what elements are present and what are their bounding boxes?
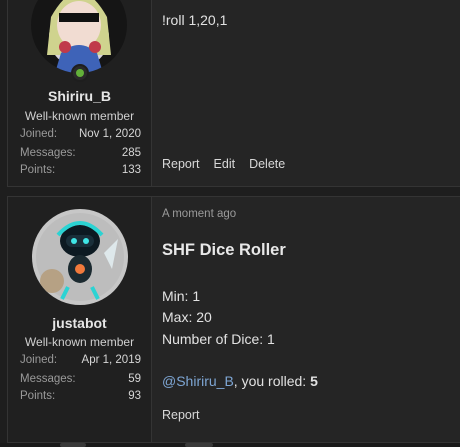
dice-min: Min: 1 (162, 288, 201, 304)
roll-result: 5 (310, 373, 318, 389)
messages-value[interactable]: 59 (128, 373, 141, 385)
messages-value[interactable]: 285 (122, 147, 141, 159)
avatar[interactable] (32, 209, 128, 305)
points-label: Points: (20, 390, 56, 402)
delete-button[interactable]: Delete (249, 157, 285, 171)
joined-label: Joined: (20, 128, 58, 140)
edit-button[interactable]: Edit (214, 157, 236, 171)
joined-value: Apr 1, 2019 (81, 354, 141, 366)
user-info-column: justabot Well-known member Joined: Apr 1… (8, 197, 152, 442)
joined-value: Nov 1, 2020 (78, 128, 141, 140)
scrollbar-thumb[interactable] (185, 443, 213, 447)
post-timestamp[interactable]: A moment ago (162, 208, 236, 220)
messages-label: Messages: (20, 373, 76, 385)
points-value: 93 (128, 390, 141, 402)
username[interactable]: justabot (8, 315, 151, 331)
user-info-column: Shiriru_B Well-known member Joined: Nov … (8, 0, 152, 186)
user-title: Well-known member (24, 109, 135, 123)
messages-label: Messages: (20, 147, 76, 159)
dice-result-line: @Shiriru_B, you rolled: 5 (162, 373, 318, 389)
online-status-icon (71, 64, 89, 82)
post-shiriru: Shiriru_B Well-known member Joined: Nov … (7, 0, 460, 187)
user-mention[interactable]: @Shiriru_B (162, 373, 234, 389)
points-label: Points: (20, 164, 56, 176)
post-actions: Report (162, 408, 214, 422)
horizontal-scrollbar[interactable] (0, 443, 460, 447)
report-button[interactable]: Report (162, 408, 200, 422)
dice-roller-title: SHF Dice Roller (162, 241, 286, 259)
joined-label: Joined: (20, 354, 58, 366)
user-title: Well-known member (24, 335, 135, 349)
scrollbar-thumb[interactable] (60, 443, 86, 447)
avatar[interactable] (31, 0, 127, 73)
dice-count: Number of Dice: 1 (162, 331, 275, 347)
rolled-text: , you rolled: (233, 373, 311, 389)
points-value: 133 (121, 164, 141, 176)
username[interactable]: Shiriru_B (8, 88, 151, 104)
message-body: !roll 1,20,1 (162, 12, 228, 28)
report-button[interactable]: Report (162, 157, 200, 171)
post-justabot: justabot Well-known member Joined: Apr 1… (7, 196, 460, 443)
post-actions: Report Edit Delete (162, 157, 299, 171)
dice-max: Max: 20 (162, 309, 212, 325)
